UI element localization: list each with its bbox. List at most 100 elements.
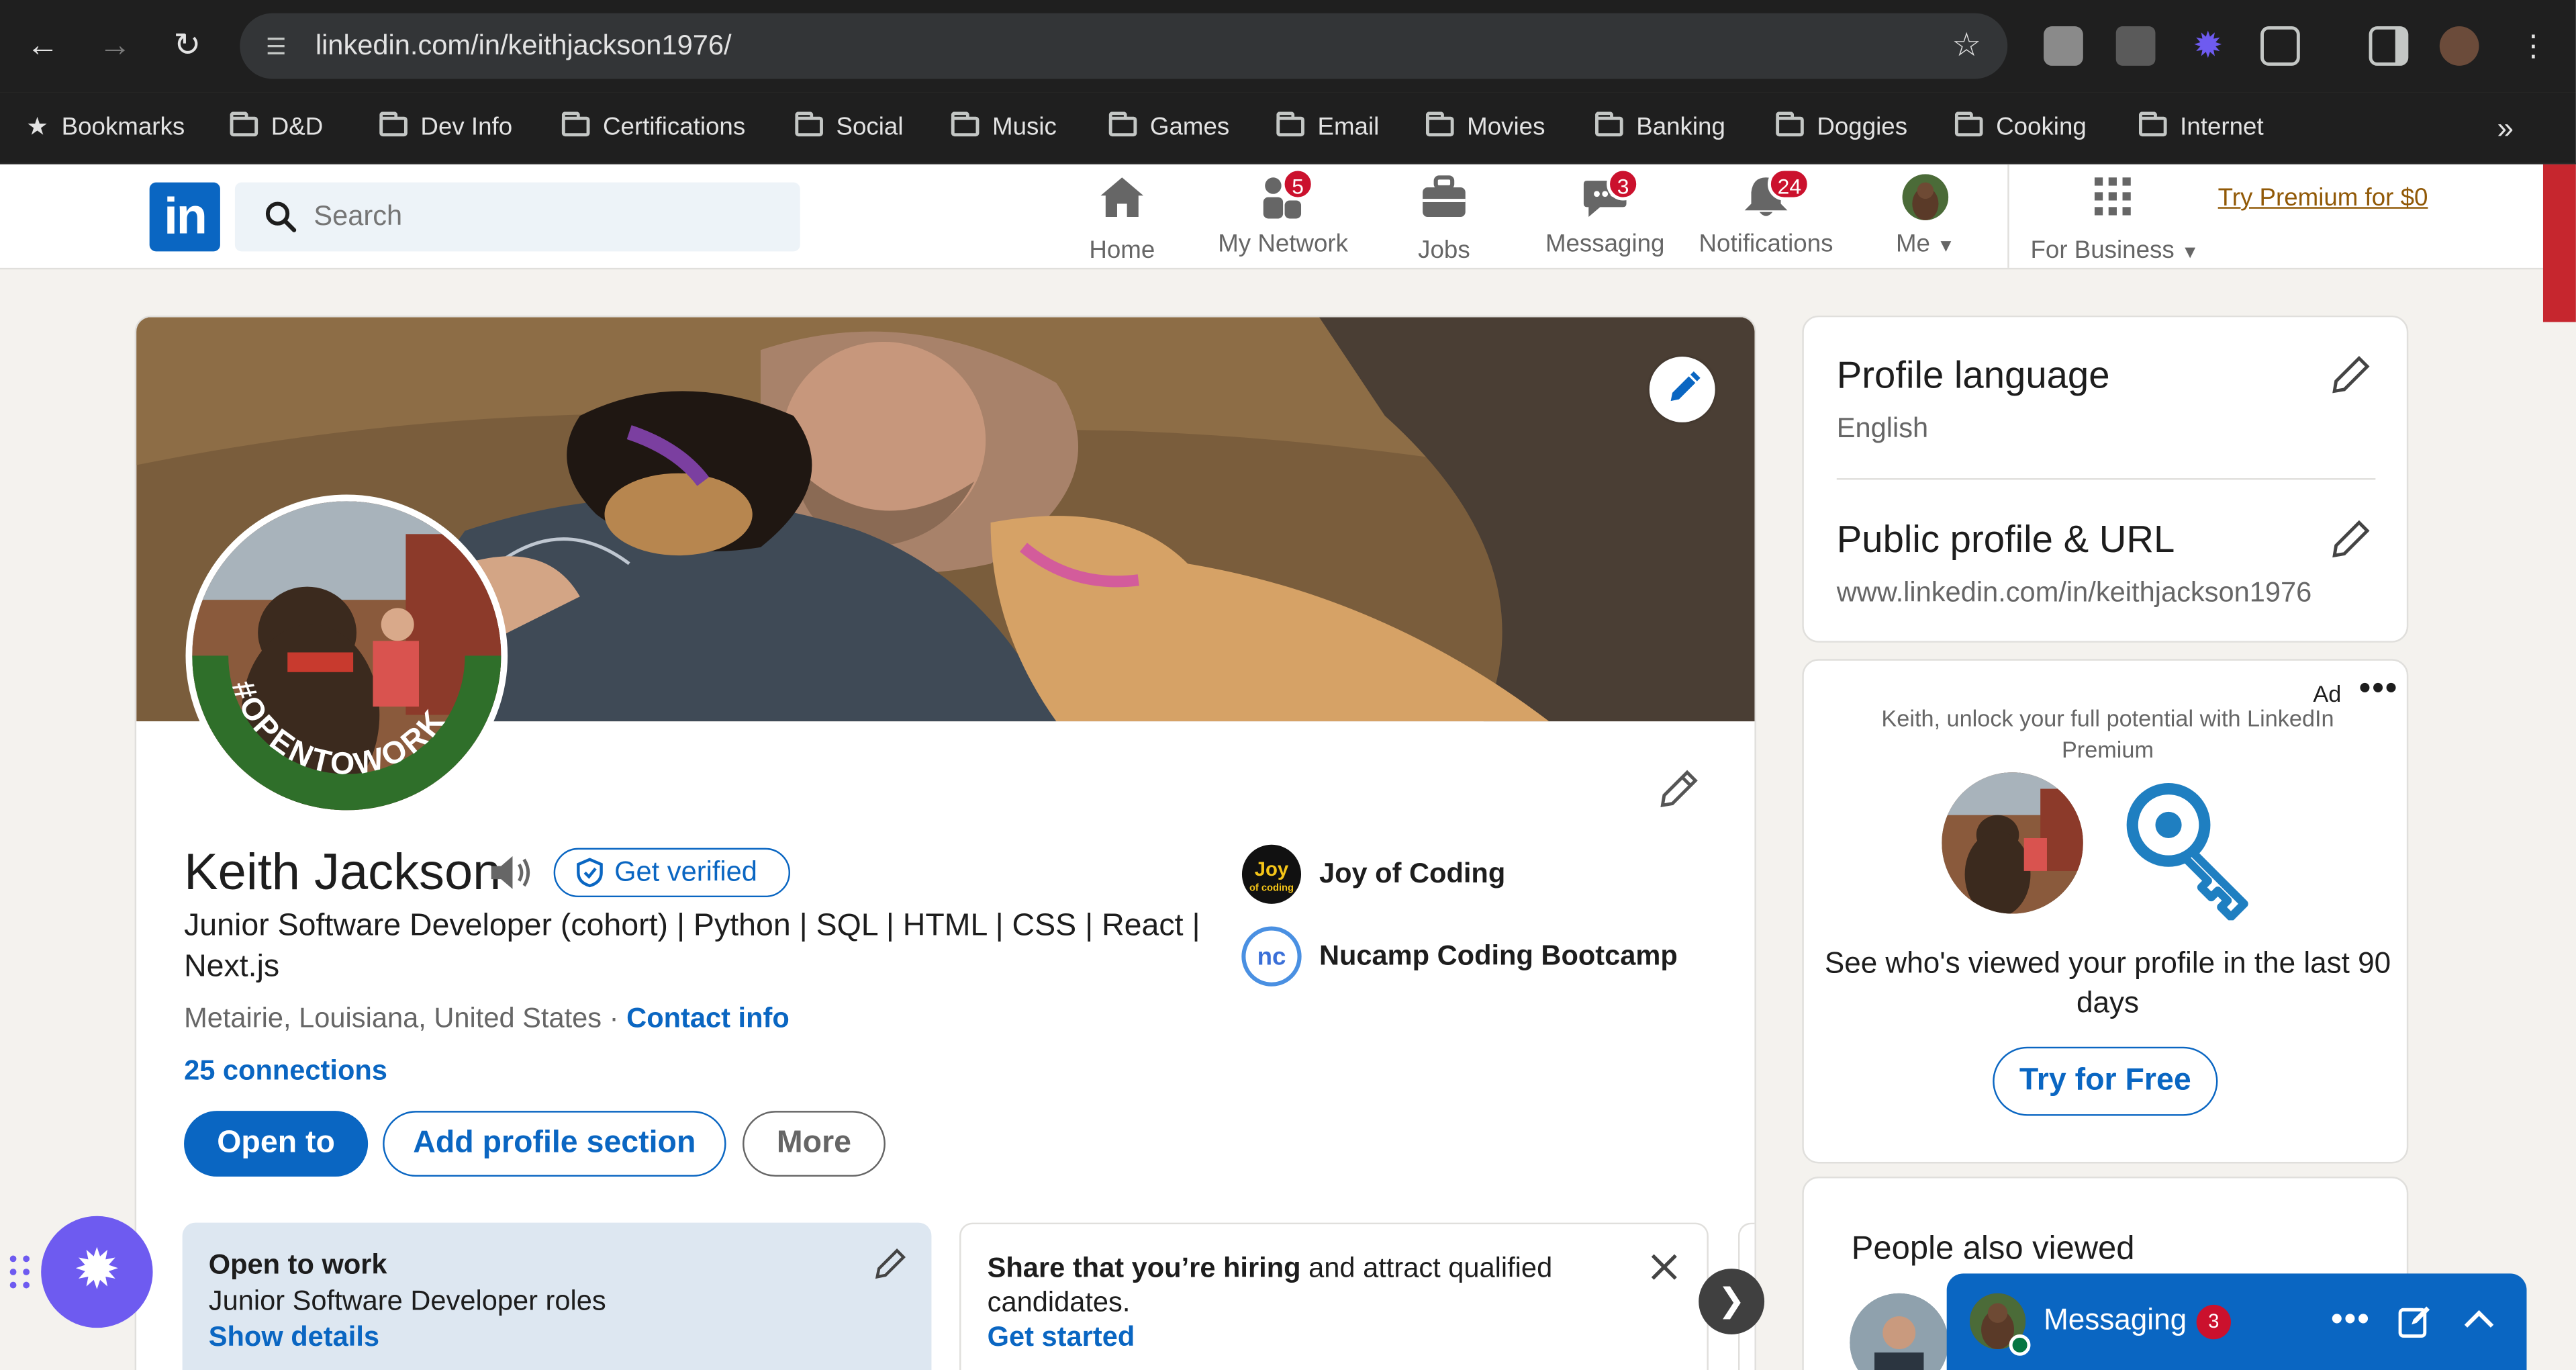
try-premium-link[interactable]: Try Premium for $0 (2217, 181, 2428, 217)
more-button[interactable]: More (743, 1111, 886, 1177)
extension-icon[interactable] (2044, 26, 2083, 66)
ai-extension-icon[interactable]: ✹ (2188, 26, 2228, 66)
nav-jobs[interactable]: Jobs (1416, 174, 1472, 265)
extensions-puzzle-icon[interactable] (2260, 26, 2300, 66)
star-icon: ★ (26, 113, 49, 142)
folder-icon (230, 111, 258, 137)
browser-toolbar: ← → ↻ ☰ linkedin.com/in/keithjackson1976… (0, 0, 2576, 93)
bookmark-folder[interactable]: Email (1276, 105, 1379, 152)
ad-options-icon[interactable]: ••• (2359, 670, 2399, 708)
edit-banner-button[interactable] (1649, 356, 1715, 422)
profile-language-title: Profile language (1836, 353, 2110, 396)
open-to-work-card[interactable]: Open to work Junior Software Developer r… (182, 1222, 932, 1370)
bookmark-folder[interactable]: Banking (1595, 105, 1725, 152)
browser-menu-icon[interactable]: ⋮ (2510, 23, 2557, 69)
folder-icon (1276, 111, 1304, 137)
nav-label: Jobs (1418, 236, 1470, 265)
messaging-label: Messaging (2044, 1303, 2187, 1336)
edit-url-icon[interactable] (2326, 514, 2375, 563)
nav-home[interactable]: Home (1084, 174, 1160, 265)
drag-handle-icon[interactable] (7, 1252, 33, 1292)
network-badge: 5 (1281, 167, 1315, 201)
folder-icon (1954, 111, 1983, 137)
bookmark-folder[interactable]: Movies (1425, 105, 1545, 152)
online-status-dot (2009, 1334, 2031, 1356)
get-started-link[interactable]: Get started (988, 1321, 1681, 1354)
bookmark-folder[interactable]: Cooking (1954, 105, 2087, 152)
try-for-free-button[interactable]: Try for Free (1993, 1046, 2218, 1116)
bookmark-folder[interactable]: Social (795, 105, 904, 152)
show-details-link[interactable]: Show details (209, 1321, 906, 1354)
messaging-icon: 3 (1580, 167, 1640, 220)
compose-icon[interactable] (2397, 1303, 2433, 1339)
nav-divider (2007, 164, 2009, 268)
org-joy-of-coding[interactable]: Joy of coding Joy of Coding (1240, 843, 1505, 905)
bookmark-folder[interactable]: Doggies (1776, 105, 1907, 152)
chevron-up-icon[interactable] (2461, 1306, 2497, 1332)
camera-extension-icon[interactable] (2115, 26, 2156, 66)
divider (1836, 478, 2376, 480)
messaging-overlay-bar[interactable]: Messaging 3 ••• (1946, 1273, 2527, 1370)
scrollbar-thumb[interactable] (2542, 164, 2576, 322)
back-icon[interactable]: ← (19, 23, 66, 69)
notifications-badge: 24 (1767, 167, 1811, 201)
edit-intro-button[interactable] (1654, 764, 1703, 813)
nav-for-business[interactable]: For Business ▼ (2030, 174, 2199, 265)
scrollbar-track[interactable] (2542, 322, 2576, 1370)
edit-language-icon[interactable] (2326, 350, 2375, 399)
profile-location: Metairie, Louisiana, United States (184, 1002, 602, 1034)
more-bookmarks-icon[interactable]: » (2497, 105, 2514, 152)
contact-info-link[interactable]: Contact info (626, 1003, 790, 1034)
separator-dot: · (609, 1002, 619, 1034)
bookmark-folder[interactable]: Dev Info (379, 105, 512, 152)
person-avatar[interactable] (1850, 1293, 1949, 1370)
grid-icon (2094, 177, 2131, 216)
ai-assistant-button[interactable]: ✹ (41, 1216, 153, 1328)
get-verified-button[interactable]: Get verified (553, 848, 791, 898)
carousel-next-button[interactable]: ❯ (1699, 1269, 1765, 1334)
nav-me[interactable]: Me ▼ (1889, 174, 1962, 263)
hiring-card[interactable]: Share that you’re hiring and attract qua… (959, 1222, 1709, 1370)
address-bar[interactable]: ☰ linkedin.com/in/keithjackson1976/ ☆ (240, 13, 2008, 79)
search-input[interactable] (314, 182, 774, 252)
add-profile-section-button[interactable]: Add profile section (383, 1111, 726, 1177)
pencil-icon[interactable] (872, 1246, 908, 1282)
forward-icon[interactable]: → (92, 23, 138, 69)
bookmarks-bar: ★ Bookmarks D&D Dev Info Certifications S… (0, 92, 2576, 165)
svg-text:Joy: Joy (1255, 858, 1289, 880)
folder-icon (1425, 111, 1454, 137)
bookmark-folder[interactable]: Music (951, 105, 1057, 152)
bookmark-folder[interactable]: Games (1108, 105, 1229, 152)
linkedin-logo[interactable]: in (149, 182, 220, 252)
search-box[interactable] (234, 182, 800, 252)
connections-link[interactable]: 25 connections (184, 1055, 387, 1088)
nav-notifications[interactable]: 24 Notifications (1692, 167, 1840, 263)
chevron-right-icon: ❯ (1717, 1283, 1746, 1320)
bookmark-star-icon[interactable]: ☆ (1952, 26, 1981, 66)
bookmarks-button[interactable]: ★ Bookmarks (26, 105, 185, 152)
profile-avatar-icon[interactable] (2439, 26, 2479, 66)
folder-icon (379, 111, 408, 137)
search-icon (265, 201, 297, 232)
org-nucamp[interactable]: nc Nucamp Coding Bootcamp (1240, 925, 1678, 988)
ad-text: See who's viewed your profile in the las… (1824, 946, 2391, 1019)
key-icon (2126, 782, 2248, 921)
bookmark-folder[interactable]: Certifications (561, 105, 745, 152)
nav-messaging[interactable]: 3 Messaging (1544, 167, 1666, 263)
profile-photo[interactable]: #OPENTOWORK (185, 494, 508, 817)
get-verified-label: Get verified (614, 856, 757, 888)
messaging-count-badge: 3 (2196, 1304, 2232, 1340)
folder-icon (1108, 111, 1137, 137)
bookmark-folder[interactable]: Internet (2138, 105, 2264, 152)
side-panel-icon[interactable] (2369, 26, 2409, 66)
messaging-options-icon[interactable]: ••• (2331, 1297, 2371, 1343)
joy-of-coding-logo: Joy of coding (1241, 844, 1302, 904)
pronunciation-speaker-icon[interactable] (488, 853, 534, 893)
site-settings-icon[interactable]: ☰ (260, 30, 293, 62)
nav-my-network[interactable]: 5 My Network (1212, 167, 1353, 263)
reload-icon[interactable]: ↻ (164, 23, 211, 69)
open-to-button[interactable]: Open to (184, 1111, 369, 1177)
close-icon[interactable] (1648, 1250, 1680, 1283)
folder-icon (951, 111, 980, 137)
bookmark-folder[interactable]: D&D (230, 105, 323, 152)
